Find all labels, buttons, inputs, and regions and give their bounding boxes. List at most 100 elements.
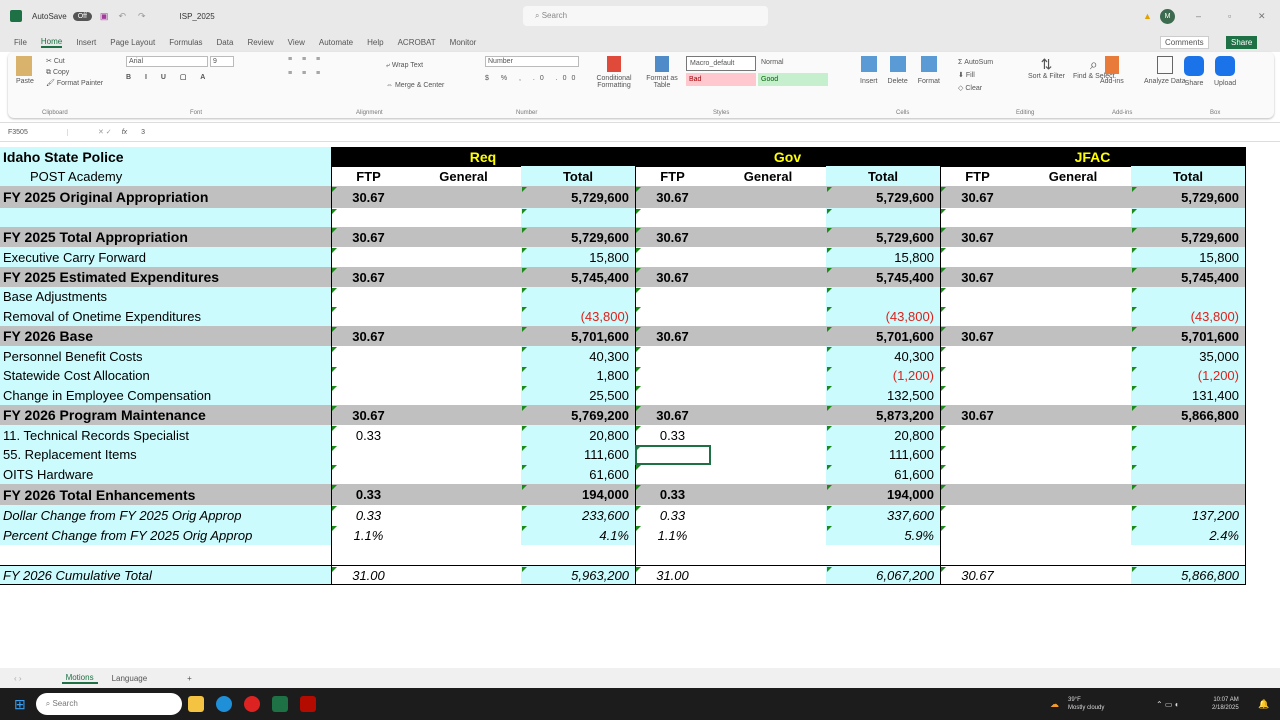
row-label[interactable]: Statewide Cost Allocation [0, 366, 331, 385]
cell-general[interactable] [1015, 287, 1131, 306]
cell-total[interactable] [1131, 208, 1245, 227]
cell-general[interactable] [710, 525, 826, 545]
font-size-select[interactable]: 9 [209, 56, 234, 67]
cell-ftp[interactable]: 30.67 [635, 267, 710, 287]
cell-ftp[interactable]: 0.33 [635, 425, 710, 445]
save-icon[interactable]: ▣ [100, 11, 109, 22]
cell-ftp[interactable]: 31.00 [331, 566, 406, 584]
row-label[interactable]: Dollar Change from FY 2025 Orig Approp [0, 505, 331, 525]
analyze-data-button[interactable]: Analyze Data [1144, 56, 1186, 85]
copy-button[interactable]: ⧉ Copy [46, 67, 103, 78]
cell-total[interactable]: 40,300 [826, 346, 940, 366]
cell-general[interactable] [1015, 186, 1131, 208]
cell-total[interactable] [826, 208, 940, 227]
row-label[interactable]: Change in Employee Compensation [0, 385, 331, 405]
row-label[interactable]: Personnel Benefit Costs [0, 346, 331, 366]
tab-insert[interactable]: Insert [76, 38, 96, 47]
cell-total[interactable]: 5,701,600 [826, 326, 940, 346]
cell-ftp[interactable]: 30.67 [331, 267, 406, 287]
tab-review[interactable]: Review [247, 38, 273, 47]
cell-ftp[interactable]: 30.67 [940, 405, 1015, 425]
clear-button[interactable]: ◇ Clear [958, 82, 993, 95]
cell-ftp[interactable]: 30.67 [940, 267, 1015, 287]
cell-ftp[interactable] [331, 247, 406, 267]
cell-general[interactable] [406, 566, 521, 584]
cell-ftp[interactable] [940, 385, 1015, 405]
cell-ftp[interactable]: 30.67 [635, 405, 710, 425]
formula-input[interactable]: 3 [141, 129, 145, 136]
cell-ftp[interactable]: 0.33 [331, 505, 406, 525]
autosum-button[interactable]: Σ AutoSum [958, 56, 993, 69]
windows-start-icon[interactable]: ⊞ [14, 696, 26, 713]
cell-ftp[interactable] [331, 385, 406, 405]
row-label[interactable]: FY 2026 Base [0, 326, 331, 346]
cell-total[interactable]: 4.1% [521, 525, 635, 545]
cell-ftp[interactable]: 30.67 [940, 227, 1015, 247]
system-tray-icons[interactable]: ⌃ ▭ ◐ [1156, 700, 1180, 709]
cell-ftp[interactable] [635, 346, 710, 366]
cell-ftp[interactable] [331, 208, 406, 227]
cell-general[interactable] [406, 267, 521, 287]
cell-total[interactable]: 1,800 [521, 366, 635, 385]
cell-total[interactable]: 15,800 [521, 247, 635, 267]
cell-total[interactable]: 61,600 [521, 464, 635, 484]
cell-total[interactable] [1131, 484, 1245, 505]
cell-general[interactable] [406, 346, 521, 366]
edge-icon[interactable] [215, 696, 232, 712]
number-format-select[interactable]: Number [485, 56, 579, 67]
cell-total[interactable]: 61,600 [826, 464, 940, 484]
row-label[interactable]: Percent Change from FY 2025 Orig Approp [0, 525, 331, 545]
cell-total[interactable]: 5,729,600 [826, 227, 940, 247]
cell-general[interactable] [1015, 385, 1131, 405]
cell-ftp[interactable] [635, 287, 710, 306]
addins-button[interactable]: Add-ins [1100, 56, 1124, 85]
cell-total[interactable]: 337,600 [826, 505, 940, 525]
cell-general[interactable] [406, 326, 521, 346]
cell-total[interactable] [1131, 287, 1245, 306]
cell-general[interactable] [1015, 425, 1131, 445]
cell-ftp[interactable] [331, 306, 406, 326]
cell-total[interactable]: 15,800 [1131, 247, 1245, 267]
cell-total[interactable]: 233,600 [521, 505, 635, 525]
cell-general[interactable] [406, 425, 521, 445]
font-format-buttons[interactable]: B I U ▢ A [126, 73, 234, 81]
avatar[interactable]: M [1160, 8, 1175, 24]
cell-ftp[interactable]: 30.67 [331, 405, 406, 425]
cell-ftp[interactable] [331, 366, 406, 385]
cell-general[interactable] [1015, 525, 1131, 545]
taskbar-search[interactable]: ⌕ Search [35, 693, 182, 715]
cell-general[interactable] [406, 208, 521, 227]
cell-total[interactable]: 25,500 [521, 385, 635, 405]
format-cells-button[interactable]: Format [918, 56, 940, 85]
comments-button[interactable]: Comments [1160, 35, 1209, 49]
delete-cells-button[interactable]: Delete [888, 56, 908, 85]
tab-page-layout[interactable]: Page Layout [110, 38, 155, 47]
add-sheet-button[interactable]: + [187, 674, 192, 683]
cell-general[interactable] [1015, 267, 1131, 287]
cell-ftp[interactable] [940, 425, 1015, 445]
wrap-text-button[interactable]: ⤶ Wrap Text [386, 56, 444, 76]
cell-general[interactable] [406, 445, 521, 464]
cell-general[interactable] [710, 186, 826, 208]
conditional-formatting-button[interactable]: Conditional Formatting [594, 56, 634, 89]
cell-general[interactable] [710, 566, 826, 584]
cell-total[interactable]: 5,729,600 [1131, 227, 1245, 247]
restore-icon[interactable]: ▫ [1228, 11, 1231, 21]
cell-general[interactable] [406, 366, 521, 385]
font-name-select[interactable]: Arial [126, 56, 208, 67]
cell-total[interactable]: (43,800) [521, 306, 635, 326]
cell-ftp[interactable]: 30.67 [331, 186, 406, 208]
cell-ftp[interactable] [940, 346, 1015, 366]
cell-general[interactable] [710, 405, 826, 425]
cell-ftp[interactable] [331, 464, 406, 484]
cell-total[interactable] [521, 287, 635, 306]
paste-button[interactable]: Paste [16, 56, 34, 85]
cell-total[interactable] [826, 287, 940, 306]
cut-button[interactable]: ✂ Cut [46, 56, 103, 67]
cell-general[interactable] [1015, 366, 1131, 385]
cell-ftp[interactable] [940, 525, 1015, 545]
cell-total[interactable]: 5,866,800 [1131, 405, 1245, 425]
cell-total[interactable]: 132,500 [826, 385, 940, 405]
row-label[interactable]: 11. Technical Records Specialist [0, 425, 331, 445]
cell-ftp[interactable] [940, 306, 1015, 326]
